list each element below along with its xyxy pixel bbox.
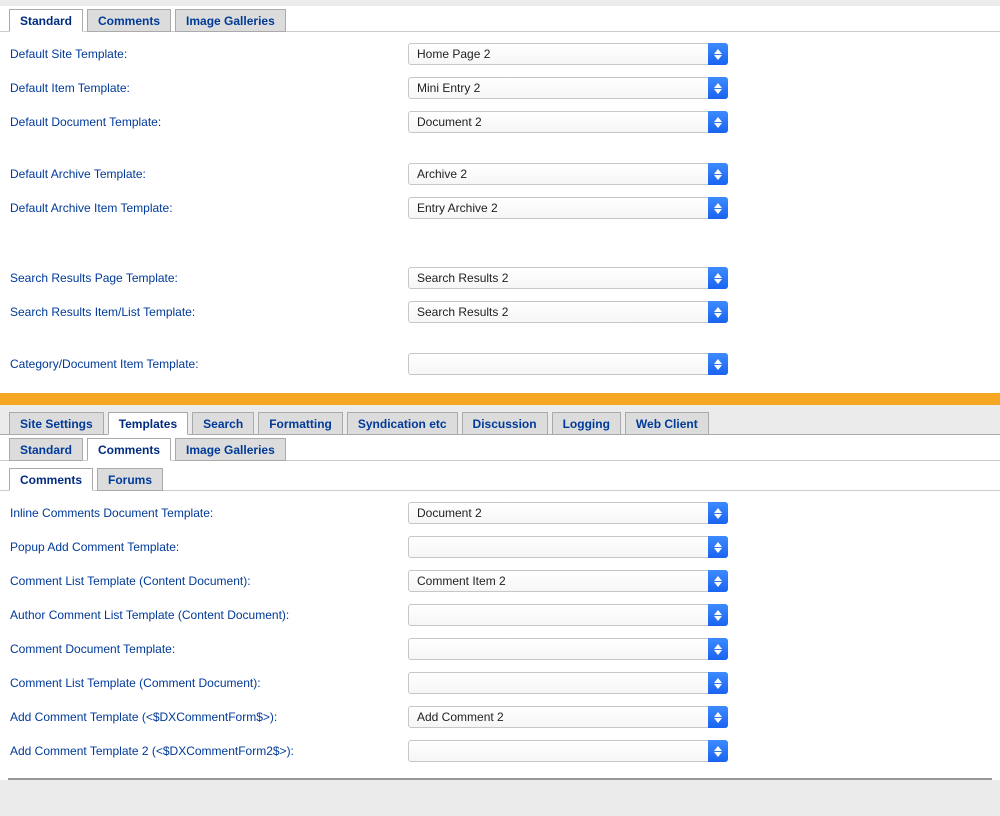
dropdown-icon bbox=[708, 604, 728, 626]
comment-list-content-doc-label: Comment List Template (Content Document)… bbox=[8, 574, 408, 588]
section-divider bbox=[0, 393, 1000, 405]
category-document-item-template-label: Category/Document Item Template: bbox=[8, 357, 408, 371]
standard-subtabs: Standard Comments Image Galleries bbox=[0, 6, 1000, 32]
default-archive-template-label: Default Archive Template: bbox=[8, 167, 408, 181]
category-document-item-template-select[interactable] bbox=[408, 353, 728, 375]
dropdown-icon bbox=[708, 536, 728, 558]
search-results-page-template-label: Search Results Page Template: bbox=[8, 271, 408, 285]
search-results-page-template-select[interactable]: Search Results 2 bbox=[408, 267, 728, 289]
dropdown-icon bbox=[708, 163, 728, 185]
tab-forums[interactable]: Forums bbox=[97, 468, 163, 491]
default-archive-item-template-label: Default Archive Item Template: bbox=[8, 201, 408, 215]
default-item-template-label: Default Item Template: bbox=[8, 81, 408, 95]
comments-subsubtabs: Comments Forums bbox=[0, 465, 1000, 491]
tab-image-galleries[interactable]: Image Galleries bbox=[175, 9, 286, 32]
tab-image-galleries-2[interactable]: Image Galleries bbox=[175, 438, 286, 461]
tab-comments[interactable]: Comments bbox=[87, 9, 171, 32]
add-comment-template-select[interactable]: Add Comment 2 bbox=[408, 706, 728, 728]
dropdown-icon bbox=[708, 197, 728, 219]
standard-form: Default Site Template: Home Page 2 Defau… bbox=[0, 33, 1000, 381]
dropdown-icon bbox=[708, 43, 728, 65]
comment-doc-template-select[interactable] bbox=[408, 638, 728, 660]
author-comment-list-label: Author Comment List Template (Content Do… bbox=[8, 608, 408, 622]
default-site-template-select[interactable]: Home Page 2 bbox=[408, 43, 728, 65]
comments-form: Inline Comments Document Template: Docum… bbox=[0, 492, 1000, 768]
dropdown-icon bbox=[708, 638, 728, 660]
dropdown-icon bbox=[708, 672, 728, 694]
tab-comments-2[interactable]: Comments bbox=[87, 438, 171, 461]
templates-standard-panel: Standard Comments Image Galleries Defaul… bbox=[0, 6, 1000, 393]
dropdown-icon bbox=[708, 570, 728, 592]
add-comment-template-2-label: Add Comment Template 2 (<$DXCommentForm2… bbox=[8, 744, 408, 758]
author-comment-list-select[interactable] bbox=[408, 604, 728, 626]
search-results-item-template-select[interactable]: Search Results 2 bbox=[408, 301, 728, 323]
tab-formatting[interactable]: Formatting bbox=[258, 412, 343, 435]
tab-web-client[interactable]: Web Client bbox=[625, 412, 709, 435]
comment-doc-template-label: Comment Document Template: bbox=[8, 642, 408, 656]
dropdown-icon bbox=[708, 740, 728, 762]
popup-add-comment-template-label: Popup Add Comment Template: bbox=[8, 540, 408, 554]
dropdown-icon bbox=[708, 77, 728, 99]
search-results-item-template-label: Search Results Item/List Template: bbox=[8, 305, 408, 319]
default-archive-template-select[interactable]: Archive 2 bbox=[408, 163, 728, 185]
comment-list-content-doc-select[interactable]: Comment Item 2 bbox=[408, 570, 728, 592]
tab-comments-sub[interactable]: Comments bbox=[9, 468, 93, 491]
dropdown-icon bbox=[708, 353, 728, 375]
tab-standard-2[interactable]: Standard bbox=[9, 438, 83, 461]
default-archive-item-template-select[interactable]: Entry Archive 2 bbox=[408, 197, 728, 219]
tab-syndication[interactable]: Syndication etc bbox=[347, 412, 458, 435]
dropdown-icon bbox=[708, 301, 728, 323]
tab-site-settings[interactable]: Site Settings bbox=[9, 412, 104, 435]
tab-logging[interactable]: Logging bbox=[552, 412, 621, 435]
default-item-template-select[interactable]: Mini Entry 2 bbox=[408, 77, 728, 99]
tab-discussion[interactable]: Discussion bbox=[462, 412, 548, 435]
default-document-template-select[interactable]: Document 2 bbox=[408, 111, 728, 133]
tab-templates[interactable]: Templates bbox=[108, 412, 188, 435]
add-comment-template-2-select[interactable] bbox=[408, 740, 728, 762]
dropdown-icon bbox=[708, 706, 728, 728]
comment-list-comment-doc-label: Comment List Template (Comment Document)… bbox=[8, 676, 408, 690]
dropdown-icon bbox=[708, 267, 728, 289]
comment-list-comment-doc-select[interactable] bbox=[408, 672, 728, 694]
inline-comments-doc-template-select[interactable]: Document 2 bbox=[408, 502, 728, 524]
templates-subtabs: Standard Comments Image Galleries bbox=[0, 435, 1000, 461]
main-tabs: Site Settings Templates Search Formattin… bbox=[0, 405, 1000, 435]
tab-search[interactable]: Search bbox=[192, 412, 254, 435]
tab-standard[interactable]: Standard bbox=[9, 9, 83, 32]
inline-comments-doc-template-label: Inline Comments Document Template: bbox=[8, 506, 408, 520]
templates-comments-panel: Standard Comments Image Galleries Commen… bbox=[0, 435, 1000, 780]
popup-add-comment-template-select[interactable] bbox=[408, 536, 728, 558]
add-comment-template-label: Add Comment Template (<$DXCommentForm$>)… bbox=[8, 710, 408, 724]
bottom-rule bbox=[8, 778, 992, 780]
dropdown-icon bbox=[708, 502, 728, 524]
default-site-template-label: Default Site Template: bbox=[8, 47, 408, 61]
dropdown-icon bbox=[708, 111, 728, 133]
default-document-template-label: Default Document Template: bbox=[8, 115, 408, 129]
